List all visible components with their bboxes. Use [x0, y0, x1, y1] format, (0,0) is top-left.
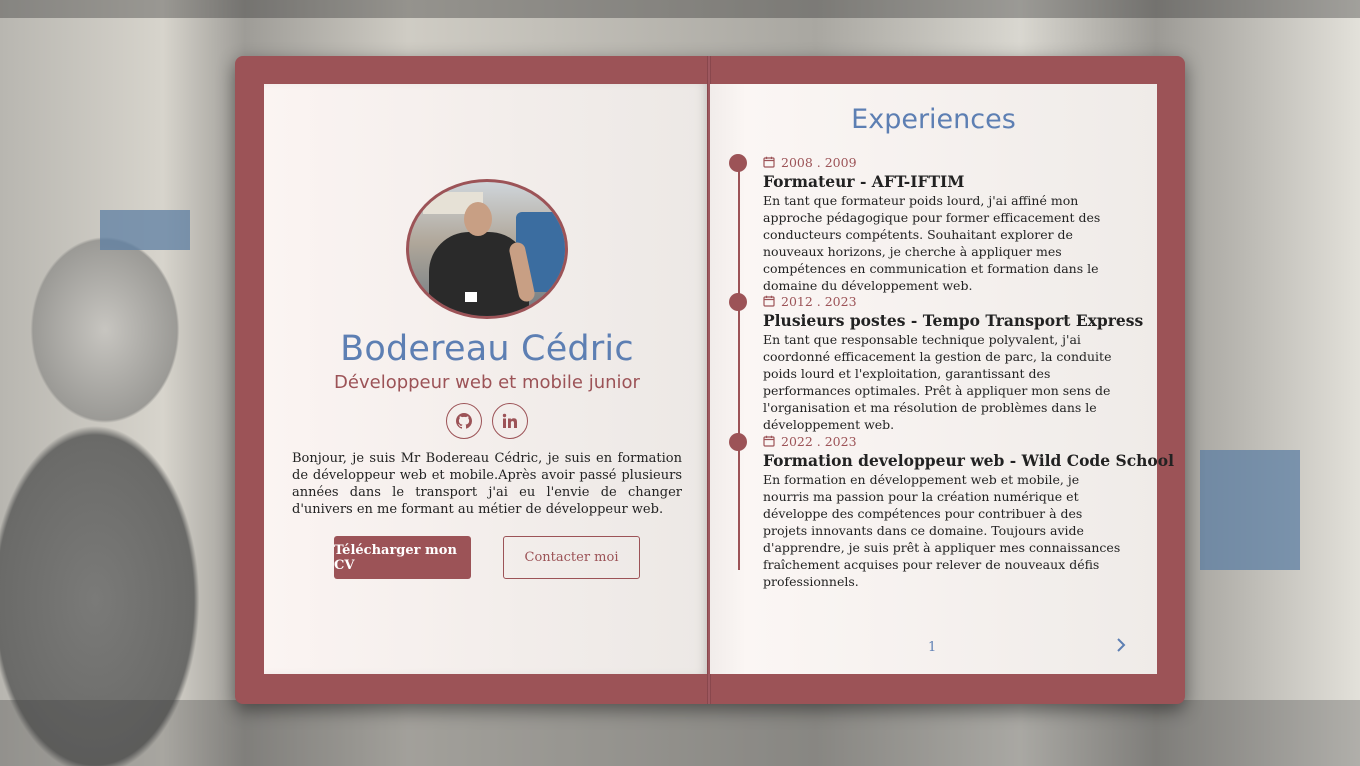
contact-button[interactable]: Contacter moi — [503, 536, 640, 579]
experience-title: Formation developpeur web - Wild Code Sc… — [763, 451, 1174, 470]
calendar-icon — [763, 156, 775, 168]
github-link[interactable] — [446, 403, 482, 439]
experiences-title: Experiences — [851, 104, 1016, 135]
timeline-dot — [729, 154, 747, 172]
profile-role: Développeur web et mobile junior — [334, 372, 640, 393]
next-page-button[interactable] — [1111, 635, 1131, 655]
experience-date: 2012 . 2023 — [781, 293, 857, 309]
timeline-item: 2012 . 2023 Plusieurs postes - Tempo Tra… — [729, 293, 1144, 433]
experience-description: En formation en développement web et mob… — [763, 472, 1121, 589]
linkedin-icon — [502, 413, 517, 428]
profile-photo — [406, 179, 568, 319]
chevron-right-icon — [1117, 638, 1126, 652]
page-number: 1 — [928, 640, 937, 655]
intro-text: Bonjour, je suis Mr Bodereau Cédric, je … — [292, 451, 682, 517]
timeline-dot — [729, 293, 747, 311]
experience-date: 2008 . 2009 — [781, 154, 857, 170]
timeline-dot — [729, 433, 747, 451]
experience-title: Formateur - AFT-IFTIM — [763, 172, 965, 191]
right-page: Experiences 2008 . 2009 Formateur - AFT-… — [710, 84, 1174, 674]
social-links — [446, 403, 528, 439]
calendar-icon — [763, 295, 775, 307]
profile-name: Bodereau Cédric — [340, 329, 634, 369]
linkedin-link[interactable] — [492, 403, 528, 439]
github-icon — [456, 413, 472, 429]
timeline: 2008 . 2009 Formateur - AFT-IFTIM En tan… — [729, 154, 1174, 589]
left-page: Bodereau Cédric Développeur web et mobil… — [264, 84, 710, 674]
experience-description: En tant que responsable technique polyva… — [763, 332, 1112, 432]
calendar-icon — [763, 435, 775, 447]
timeline-item: 2022 . 2023 Formation developpeur web - … — [729, 433, 1174, 590]
download-cv-button[interactable]: Télécharger mon CV — [334, 536, 471, 579]
experience-description: En tant que formateur poids lourd, j'ai … — [763, 193, 1101, 293]
book: Bodereau Cédric Développeur web et mobil… — [235, 56, 1185, 704]
timeline-item: 2008 . 2009 Formateur - AFT-IFTIM En tan… — [729, 154, 1128, 294]
experience-date: 2022 . 2023 — [781, 433, 857, 449]
experience-title: Plusieurs postes - Tempo Transport Expre… — [763, 311, 1144, 330]
timeline-line — [738, 160, 740, 570]
